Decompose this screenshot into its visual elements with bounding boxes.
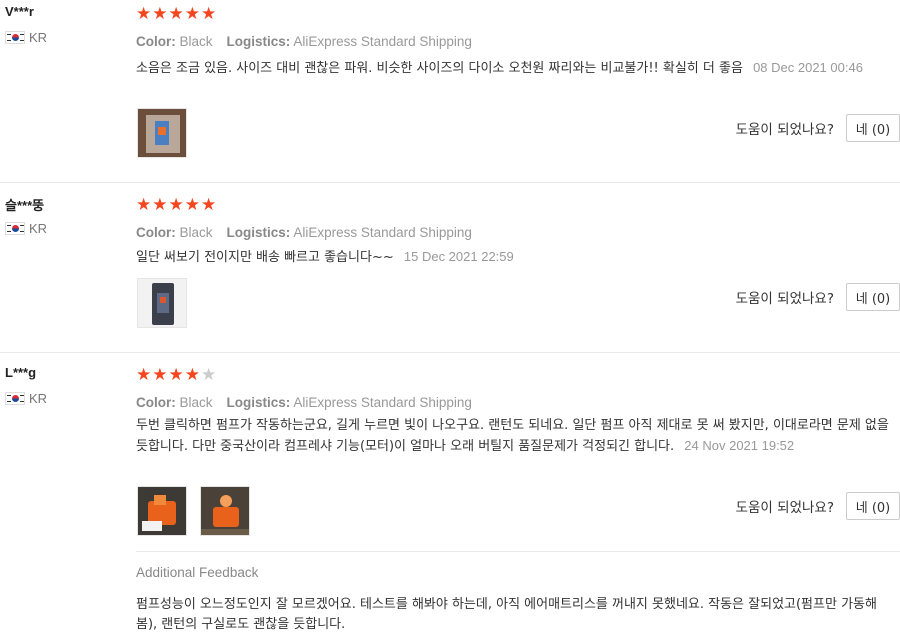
helpful-section: 도움이 되었나요? 네 (0): [736, 114, 900, 142]
helpful-yes-button[interactable]: 네 (0): [846, 283, 900, 311]
star-icon: ★: [201, 195, 217, 215]
star-icon: ★: [184, 4, 200, 24]
star-icon: ★: [168, 365, 184, 385]
star-icon: ★: [168, 4, 184, 24]
reviewer-name: V***r: [5, 4, 34, 19]
star-icon: ★: [184, 195, 200, 215]
review-photo[interactable]: [200, 486, 250, 536]
south-korea-flag-icon: [5, 31, 25, 44]
review-photo[interactable]: [137, 108, 187, 158]
reviewer-country: KR: [5, 391, 47, 406]
additional-feedback-divider: [136, 551, 900, 552]
star-icon: ★: [136, 4, 152, 24]
star-icon: ★: [136, 195, 152, 215]
helpful-yes-button[interactable]: 네 (0): [846, 492, 900, 520]
helpful-section: 도움이 되었나요? 네 (0): [736, 283, 900, 311]
color-value: Black: [179, 34, 213, 49]
color-value: Black: [179, 395, 213, 410]
helpful-yes-button[interactable]: 네 (0): [846, 114, 900, 142]
star-icon: ★: [152, 365, 168, 385]
helpful-question: 도움이 되었나요?: [735, 122, 834, 138]
star-icon: ★: [136, 365, 152, 385]
helpful-question: 도움이 되었나요?: [735, 291, 834, 307]
star-rating: ★ ★ ★ ★ ★: [136, 6, 216, 23]
helpful-question: 도움이 되었나요?: [735, 500, 834, 516]
country-code: KR: [29, 30, 48, 45]
order-info: Color: Black Logistics: AliExpress Standa…: [136, 225, 472, 240]
south-korea-flag-icon: [5, 392, 25, 405]
additional-feedback-text: 펌프성능이 오느정도인지 잘 모르겠어요. 테스트를 해봐야 하는데, 아직 에…: [136, 597, 877, 632]
review-card: V***r KR ★ ★ ★ ★ ★ Color: Black Logistics…: [0, 0, 900, 182]
star-icon: ★: [184, 365, 200, 385]
review-text: 두번 클릭하면 펌프가 작동하는군요, 길게 누르면 빛이 나오구요. 랜턴도 …: [136, 416, 896, 457]
logistics-value: AliExpress Standard Shipping: [293, 225, 472, 240]
reviewer-country: KR: [5, 221, 47, 236]
star-icon: ★: [201, 4, 217, 24]
star-icon: ★: [168, 195, 184, 215]
review-photo[interactable]: [137, 278, 187, 328]
color-label: Color:: [136, 395, 176, 410]
reviewer-name: 슬***뚱: [5, 198, 45, 213]
review-text: 일단 써보기 전이지만 배송 빠르고 좋습니다~~ 15 Dec 2021 22…: [136, 247, 896, 268]
country-code: KR: [29, 391, 48, 406]
review-date: 08 Dec 2021 00:46: [753, 60, 863, 75]
helpful-section: 도움이 되었나요? 네 (0): [736, 492, 900, 520]
color-label: Color:: [136, 34, 176, 49]
review-text: 소음은 조금 있음. 사이즈 대비 괜찮은 파워. 비슷한 사이즈의 다이소 오…: [136, 58, 896, 79]
star-rating: ★ ★ ★ ★ ★: [136, 367, 216, 384]
color-value: Black: [179, 225, 213, 240]
review-body: 일단 써보기 전이지만 배송 빠르고 좋습니다~~: [136, 250, 394, 265]
color-label: Color:: [136, 225, 176, 240]
additional-feedback-title: Additional Feedback: [136, 565, 259, 580]
star-icon: ★: [152, 4, 168, 24]
reviewer-country: KR: [5, 30, 47, 45]
logistics-value: AliExpress Standard Shipping: [293, 395, 472, 410]
review-date: 24 Nov 2021 19:52: [684, 438, 795, 453]
logistics-label: Logistics:: [226, 225, 291, 240]
star-empty-icon: ★: [201, 365, 217, 385]
review-card: L***g KR ★ ★ ★ ★ ★ Color: Black Logistics…: [0, 361, 900, 637]
star-rating: ★ ★ ★ ★ ★: [136, 197, 216, 214]
review-divider: [0, 352, 900, 353]
review-divider: [0, 182, 900, 183]
order-info: Color: Black Logistics: AliExpress Standa…: [136, 34, 472, 49]
country-code: KR: [29, 221, 48, 236]
logistics-label: Logistics:: [226, 34, 291, 49]
star-icon: ★: [152, 195, 168, 215]
order-info: Color: Black Logistics: AliExpress Standa…: [136, 395, 472, 410]
review-photo[interactable]: [137, 486, 187, 536]
south-korea-flag-icon: [5, 222, 25, 235]
logistics-label: Logistics:: [226, 395, 291, 410]
review-card: 슬***뚱 KR ★ ★ ★ ★ ★ Color: Black Logistics…: [0, 191, 900, 343]
logistics-value: AliExpress Standard Shipping: [293, 34, 472, 49]
review-date: 15 Dec 2021 22:59: [403, 249, 514, 264]
reviewer-name: L***g: [5, 365, 37, 380]
review-body: 소음은 조금 있음. 사이즈 대비 괜찮은 파워. 비슷한 사이즈의 다이소 오…: [136, 61, 743, 76]
